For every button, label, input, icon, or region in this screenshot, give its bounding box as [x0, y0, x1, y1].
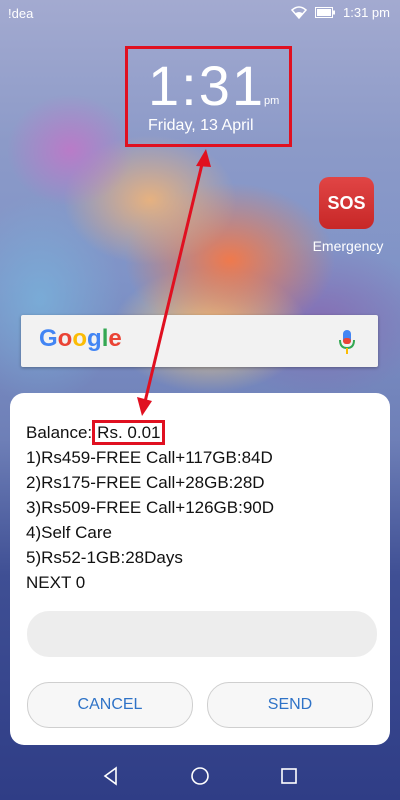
wifi-icon: [291, 6, 308, 19]
cancel-button[interactable]: CANCEL: [27, 682, 193, 728]
mic-icon[interactable]: [338, 329, 356, 355]
balance-value: Rs. 0.01: [92, 420, 166, 445]
emergency-label[interactable]: Emergency: [306, 238, 390, 254]
ussd-option: 1)Rs459-FREE Call+117GB:84D: [26, 448, 273, 467]
clock-date: Friday, 13 April: [148, 117, 254, 134]
status-right: 1:31 pm: [291, 5, 390, 20]
balance-label: Balance:: [26, 423, 93, 442]
balance-line: Balance: Rs. 0.01: [26, 420, 376, 445]
ussd-option: 3)Rs509-FREE Call+126GB:90D: [26, 498, 275, 517]
recents-icon[interactable]: [279, 766, 299, 786]
ussd-dialog: Balance: Rs. 0.01 1)Rs459-FREE Call+117GB…: [10, 393, 390, 745]
status-bar: !dea 1:31 pm: [0, 0, 400, 28]
ussd-option: NEXT 0: [26, 573, 86, 592]
google-search-bar[interactable]: Google: [21, 315, 378, 367]
navigation-bar: [0, 752, 400, 800]
google-logo: Google: [39, 325, 122, 352]
status-time: 1:31 pm: [343, 5, 390, 20]
ussd-message: Balance: Rs. 0.01 1)Rs459-FREE Call+117GB…: [26, 420, 376, 595]
carrier-label: !dea: [8, 6, 34, 21]
clock-ampm: pm: [264, 95, 280, 107]
sos-icon[interactable]: SOS: [319, 177, 374, 229]
ussd-option: 5)Rs52-1GB:28Days: [26, 548, 183, 567]
ussd-option: 4)Self Care: [26, 523, 112, 542]
lockscreen-clock: 1:31 pm Friday, 13 April: [125, 46, 292, 147]
back-icon[interactable]: [101, 766, 121, 786]
send-button[interactable]: SEND: [207, 682, 373, 728]
ussd-reply-input[interactable]: [27, 611, 377, 657]
home-icon[interactable]: [190, 766, 210, 786]
battery-icon: [315, 7, 336, 18]
clock-time: 1:31: [148, 54, 265, 117]
ussd-option: 2)Rs175-FREE Call+28GB:28D: [26, 473, 265, 492]
